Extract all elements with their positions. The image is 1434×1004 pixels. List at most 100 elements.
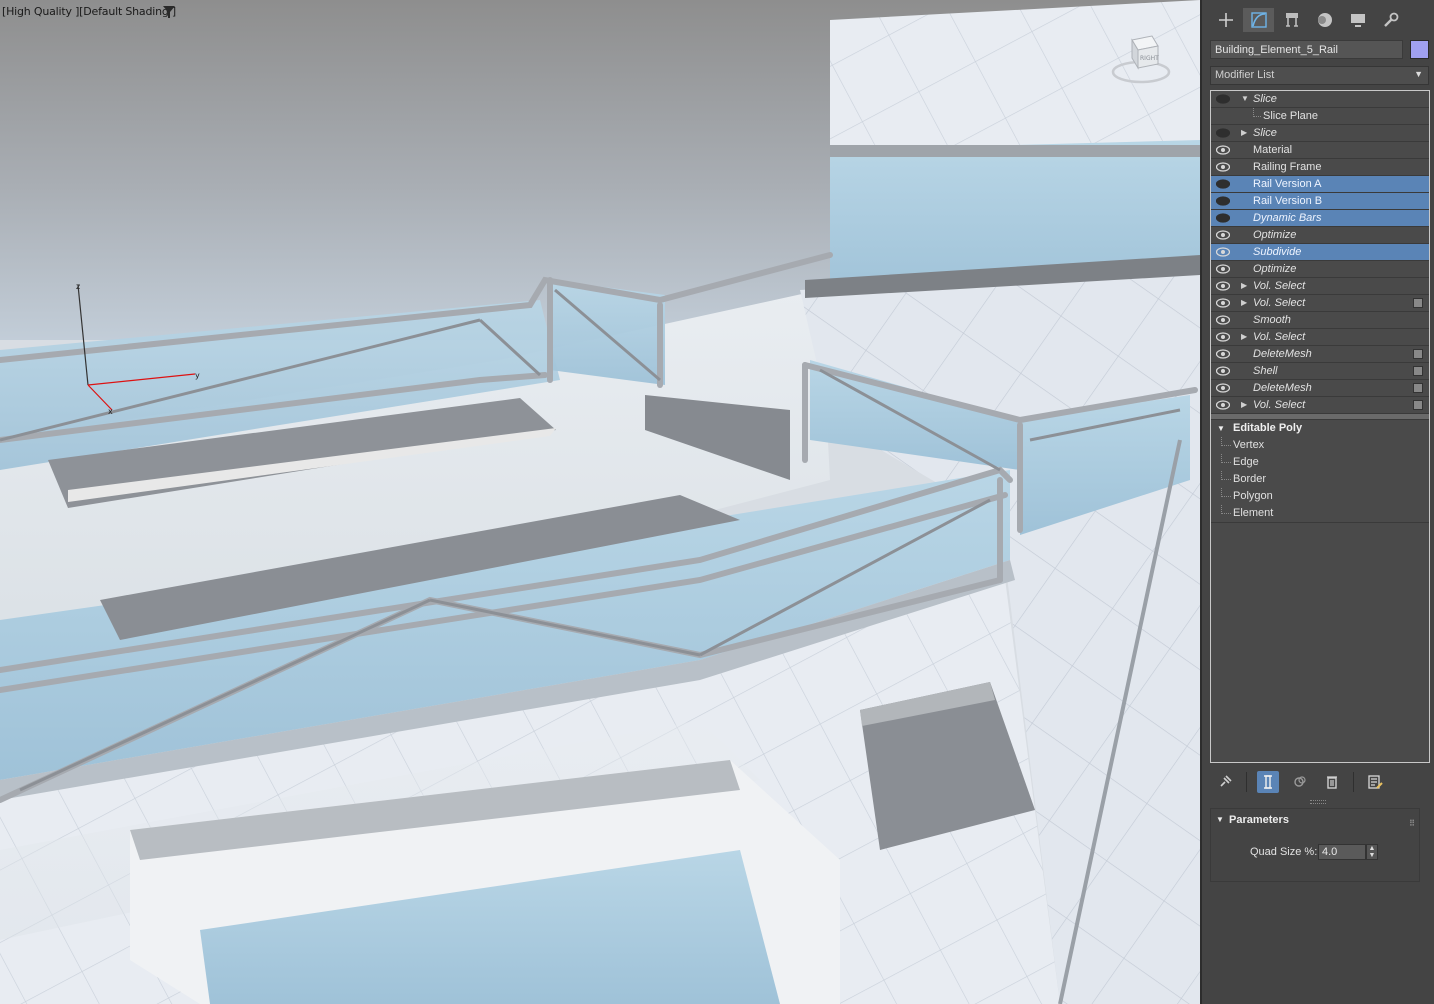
quad-size-input[interactable] — [1318, 844, 1366, 860]
modifier-row[interactable]: Optimize — [1211, 227, 1429, 244]
expand-triangle-icon[interactable]: ▼ — [1241, 91, 1249, 107]
modifier-row[interactable]: Dynamic Bars — [1211, 210, 1429, 227]
modifier-row[interactable]: Smooth — [1211, 312, 1429, 329]
modifier-row[interactable]: ▶ Vol. Select — [1211, 295, 1429, 312]
eye-icon[interactable] — [1216, 383, 1230, 393]
show-end-result-button[interactable] — [1257, 771, 1279, 793]
eye-icon[interactable] — [1216, 298, 1230, 308]
tab-utilities[interactable] — [1375, 8, 1406, 32]
remove-modifier-button[interactable] — [1321, 771, 1343, 793]
tab-hierarchy[interactable] — [1276, 8, 1307, 32]
panel-resize-grip[interactable] — [1310, 800, 1326, 804]
parameters-rollout-header[interactable]: ▼ Parameters ⠿ — [1211, 809, 1419, 831]
eye-off-icon[interactable] — [1216, 94, 1230, 104]
modifier-label: DeleteMesh — [1253, 348, 1312, 360]
modifier-toggle-box[interactable] — [1413, 400, 1423, 410]
modifier-row[interactable]: Railing Frame — [1211, 159, 1429, 176]
base-object-label: Editable Poly — [1233, 422, 1303, 434]
eye-icon[interactable] — [1216, 366, 1230, 376]
modifier-label: Rail Version B — [1253, 195, 1323, 207]
eye-icon[interactable] — [1216, 332, 1230, 342]
expand-triangle-icon[interactable]: ▶ — [1241, 295, 1247, 311]
tree-connector — [1221, 471, 1231, 480]
subobject-edge[interactable]: Edge — [1211, 454, 1429, 471]
modifier-label: Slice — [1253, 127, 1277, 139]
modifier-row[interactable]: ▶ Vol. Select — [1211, 329, 1429, 346]
eye-icon[interactable] — [1216, 230, 1230, 240]
expand-triangle-icon[interactable]: ▶ — [1241, 278, 1247, 294]
modifier-row[interactable]: Shell — [1211, 363, 1429, 380]
viewcube[interactable]: RIGHT — [1110, 30, 1172, 84]
eye-off-icon[interactable] — [1216, 196, 1230, 206]
subobject-border[interactable]: Border — [1211, 471, 1429, 488]
modifier-row[interactable]: DeleteMesh — [1211, 380, 1429, 397]
object-color-swatch[interactable] — [1410, 40, 1429, 59]
modifier-row[interactable]: ▶ Vol. Select — [1211, 278, 1429, 295]
dropdown-arrow-icon: ▼ — [1414, 69, 1423, 79]
modifier-list-dropdown[interactable]: Modifier List ▼ — [1210, 66, 1429, 85]
modifier-row[interactable]: ▶ Slice — [1211, 125, 1429, 142]
eye-icon[interactable] — [1216, 281, 1230, 291]
svg-text:RIGHT: RIGHT — [1140, 55, 1159, 62]
plus-icon — [1218, 13, 1233, 27]
modifier-row[interactable]: Rail Version A — [1211, 176, 1429, 193]
modifier-label: Material — [1253, 144, 1293, 156]
subobject-polygon[interactable]: Polygon — [1211, 488, 1429, 505]
modifier-toggle-box[interactable] — [1413, 366, 1423, 376]
pin-stack-button[interactable] — [1214, 771, 1236, 793]
modifier-row[interactable]: DeleteMesh — [1211, 346, 1429, 363]
modifier-toggle-box[interactable] — [1413, 298, 1423, 308]
configure-sets-icon — [1368, 775, 1383, 789]
modifier-label: Vol. Select — [1253, 280, 1306, 292]
subobject-label: Edge — [1233, 456, 1259, 468]
modifier-toggle-box[interactable] — [1413, 383, 1423, 393]
modifier-label: Subdivide — [1253, 246, 1302, 258]
perspective-viewport[interactable]: z y x [High Quality ][Default Shading ] … — [0, 0, 1200, 1004]
object-name-field[interactable] — [1210, 40, 1403, 59]
filter-icon[interactable] — [162, 5, 176, 19]
modifier-toggle-box[interactable] — [1413, 349, 1423, 359]
eye-icon[interactable] — [1216, 247, 1230, 257]
tab-create[interactable] — [1210, 8, 1241, 32]
modifier-label: Vol. Select — [1253, 297, 1306, 309]
modifier-row[interactable]: ▶ Vol. Select — [1211, 397, 1429, 414]
eye-icon[interactable] — [1216, 349, 1230, 359]
eye-icon[interactable] — [1216, 145, 1230, 155]
eye-icon[interactable] — [1216, 162, 1230, 172]
expand-triangle-icon[interactable]: ▶ — [1241, 125, 1247, 141]
modifier-row[interactable]: ▼ Slice — [1211, 91, 1429, 108]
modifier-row[interactable]: Subdivide — [1211, 244, 1429, 261]
modifier-row[interactable]: Rail Version B — [1211, 193, 1429, 210]
subobject-element[interactable]: Element — [1211, 505, 1429, 522]
subobject-vertex[interactable]: Vertex — [1211, 437, 1429, 454]
modifier-row[interactable]: Slice Plane — [1211, 108, 1429, 125]
parameters-title: Parameters — [1229, 814, 1289, 826]
eye-off-icon[interactable] — [1216, 179, 1230, 189]
viewport-scene[interactable]: z y x — [0, 0, 1200, 1004]
make-unique-button[interactable] — [1289, 771, 1311, 793]
tab-motion[interactable] — [1309, 8, 1340, 32]
modifier-row[interactable]: Material — [1211, 142, 1429, 159]
expand-triangle-icon[interactable]: ▼ — [1217, 420, 1225, 437]
modifier-label: DeleteMesh — [1253, 382, 1312, 394]
eye-off-icon[interactable] — [1216, 128, 1230, 138]
modifier-label: Vol. Select — [1253, 331, 1306, 343]
eye-off-icon[interactable] — [1216, 213, 1230, 223]
modifier-row[interactable]: Optimize — [1211, 261, 1429, 278]
expand-triangle-icon[interactable]: ▶ — [1241, 397, 1247, 413]
expand-triangle-icon[interactable]: ▶ — [1241, 329, 1247, 345]
eye-icon[interactable] — [1216, 400, 1230, 410]
quality-label[interactable]: [High Quality ] — [2, 5, 79, 18]
eye-icon[interactable] — [1216, 264, 1230, 274]
modifier-stack[interactable]: ▼ Slice Slice Plane ▶ Slice Material Railing F… — [1210, 90, 1430, 763]
svg-text:z: z — [76, 282, 80, 291]
configure-modifier-sets-button[interactable] — [1364, 771, 1386, 793]
base-object-editable-poly[interactable]: ▼ Editable Poly — [1211, 420, 1429, 437]
modifier-label: Optimize — [1253, 229, 1297, 241]
eye-icon[interactable] — [1216, 315, 1230, 325]
tab-modify[interactable] — [1243, 8, 1274, 32]
quad-size-spinner[interactable]: ▲ ▼ — [1366, 844, 1378, 860]
viewport-label-menu[interactable]: [High Quality ][Default Shading ] — [2, 5, 176, 18]
tab-display[interactable] — [1342, 8, 1373, 32]
show-end-result-icon — [1264, 775, 1272, 789]
